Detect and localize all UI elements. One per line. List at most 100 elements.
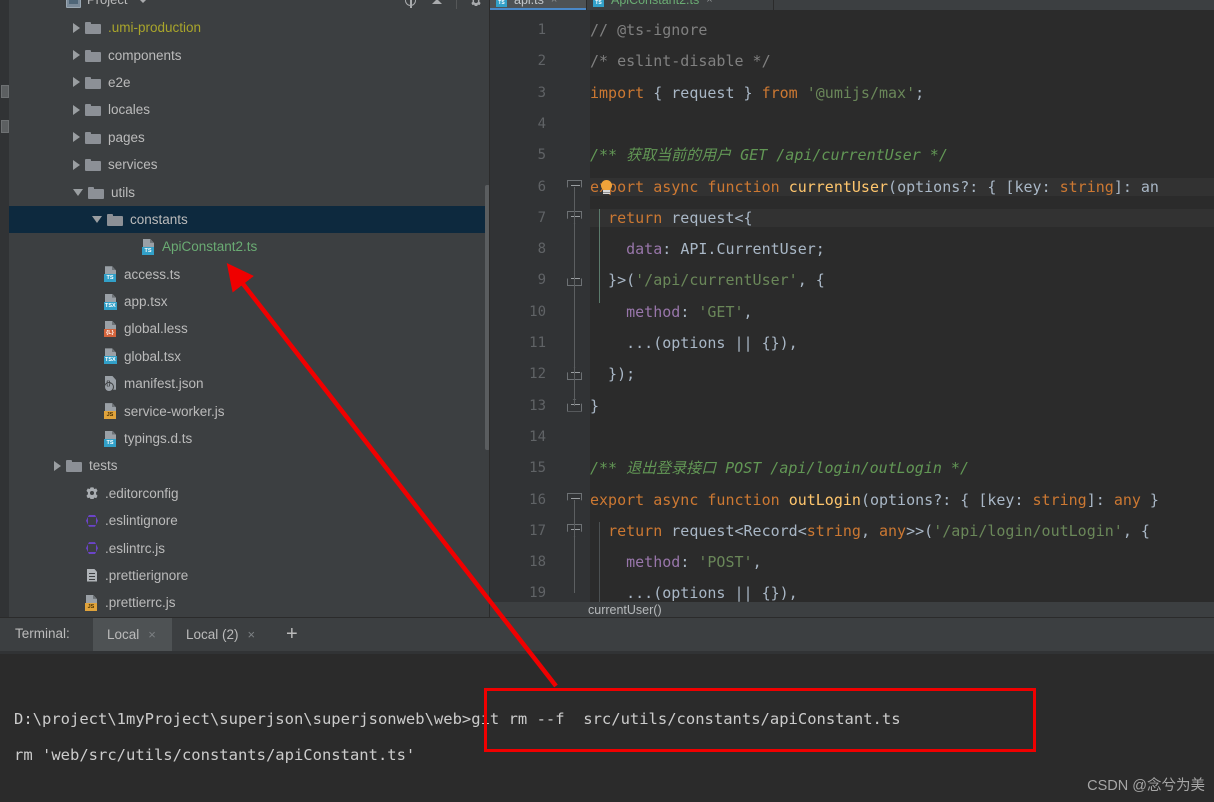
code-line[interactable]: ...(options || {}), <box>590 584 798 602</box>
tree-item[interactable]: e2e <box>9 69 490 96</box>
tool-window-button-1[interactable] <box>1 85 9 98</box>
toolbar-divider <box>456 0 457 9</box>
intention-lightbulb-icon[interactable] <box>600 179 613 196</box>
line-number: 14 <box>529 428 546 445</box>
tree-item-label: .prettierignore <box>105 568 189 583</box>
tree-item[interactable]: locales <box>9 96 490 123</box>
tree-item[interactable]: tests <box>9 452 490 479</box>
tree-item[interactable]: JS service-worker.js <box>9 397 490 424</box>
close-icon[interactable]: × <box>551 0 557 6</box>
tree-item[interactable]: .editorconfig <box>9 480 490 507</box>
gear-icon <box>85 485 99 501</box>
tree-item[interactable]: components <box>9 41 490 68</box>
tree-item[interactable]: .prettierignore <box>9 562 490 589</box>
tree-item[interactable]: {L} global.less <box>9 315 490 342</box>
code-line[interactable]: /** 获取当前的用户 GET /api/currentUser */ <box>590 146 948 164</box>
line-number: 2 <box>537 53 546 70</box>
project-panel-header: Project <box>9 0 490 14</box>
ts-file-icon: TS <box>593 0 606 7</box>
tree-item[interactable]: TSX global.tsx <box>9 343 490 370</box>
tree-item-label: e2e <box>108 74 131 90</box>
tree-item-label: services <box>108 157 158 173</box>
code-line[interactable]: // @ts-ignore <box>590 21 707 39</box>
code-line[interactable]: ...(options || {}), <box>590 334 798 352</box>
code-line[interactable]: return request<{ <box>590 208 1214 227</box>
tree-item-label: components <box>108 47 182 63</box>
tree-item-label: constants <box>130 211 188 227</box>
tree-item[interactable]: TS typings.d.ts <box>9 425 490 452</box>
close-icon[interactable]: × <box>148 627 156 642</box>
tree-item[interactable]: .umi-production <box>9 14 490 41</box>
chevron-down-icon[interactable] <box>73 188 83 196</box>
tree-item[interactable]: TS ApiConstant2.ts <box>9 233 490 260</box>
add-terminal-tab-button[interactable]: + <box>286 624 298 644</box>
line-number: 11 <box>529 335 546 351</box>
tree-item-label: .prettierrc.js <box>105 595 176 611</box>
settings-gear-icon[interactable] <box>468 0 484 10</box>
chevron-right-icon[interactable] <box>73 50 80 61</box>
tree-item[interactable]: TSX app.tsx <box>9 288 490 315</box>
chevron-down-icon[interactable] <box>92 215 102 223</box>
anchor-icon[interactable] <box>402 0 418 10</box>
tree-item[interactable]: pages <box>9 124 490 151</box>
code-line[interactable]: method: 'GET', <box>590 303 752 321</box>
editor-gutter[interactable]: 1 2 3 4 5 6 7 8 9 10 11 12 13 14 15 16 17 18 19 <box>490 10 590 602</box>
code-line[interactable]: return request<Record<string, any>>('/ap… <box>590 522 1150 540</box>
json-file-icon <box>104 375 118 392</box>
tree-item[interactable]: utils <box>9 178 490 205</box>
highlight-box-annotation <box>484 688 1036 752</box>
chevron-right-icon[interactable] <box>73 159 80 170</box>
fold-connector-line <box>574 186 575 406</box>
code-line[interactable]: method: 'POST', <box>590 553 761 571</box>
code-line[interactable]: } <box>590 397 599 415</box>
chevron-down-icon[interactable] <box>139 0 147 3</box>
code-line[interactable]: data: API.CurrentUser; <box>590 240 825 258</box>
tree-item[interactable]: .eslintignore <box>9 507 490 534</box>
breadcrumb[interactable]: currentUser() <box>588 603 662 617</box>
chevron-right-icon[interactable] <box>73 132 80 143</box>
tree-item-label: .umi-production <box>108 20 202 36</box>
tree-item[interactable]: constants <box>9 205 490 234</box>
close-icon[interactable]: × <box>248 627 256 642</box>
code-line[interactable]: }); <box>590 365 635 383</box>
editor-tab-apiconstant2-ts[interactable]: TS ApiConstant2.ts × <box>587 0 773 10</box>
collapse-all-icon[interactable] <box>429 0 445 10</box>
code-line[interactable]: /** 退出登录接口 POST /api/login/outLogin */ <box>590 459 969 477</box>
tree-item[interactable]: JS .prettierrc.js <box>9 589 490 616</box>
tree-item-label: manifest.json <box>124 376 204 392</box>
chevron-right-icon[interactable] <box>73 77 80 88</box>
code-line[interactable]: export async function currentUser(option… <box>590 177 1214 196</box>
tree-item[interactable]: services <box>9 151 490 178</box>
js-file-icon: JS <box>85 594 99 611</box>
folder-icon <box>85 49 101 62</box>
line-number: 5 <box>537 147 546 164</box>
line-number: 4 <box>537 115 546 132</box>
project-file-tree[interactable]: .umi-production components e2e locales pages… <box>9 14 490 617</box>
chevron-right-icon[interactable] <box>73 104 80 115</box>
chevron-right-icon[interactable] <box>54 460 61 471</box>
folder-icon <box>85 21 101 35</box>
folder-icon <box>85 103 101 117</box>
chevron-right-icon[interactable] <box>73 22 80 33</box>
code-line[interactable]: }>('/api/currentUser', { <box>590 271 825 289</box>
editor-code-area[interactable]: // @ts-ignore /* eslint-disable */ import … <box>590 10 1214 602</box>
code-line[interactable]: import { request } from '@umijs/max'; <box>590 84 924 102</box>
tree-item[interactable]: TS access.ts <box>9 261 490 288</box>
tree-item[interactable]: .eslintrc.js <box>9 534 490 561</box>
terminal-tab-local[interactable]: Local × <box>93 618 172 651</box>
code-line[interactable]: export async function outLogin(options?:… <box>590 491 1159 509</box>
code-line[interactable]: /* eslint-disable */ <box>590 52 771 70</box>
terminal-tab-local-2[interactable]: Local (2) × <box>172 618 272 651</box>
close-icon[interactable]: × <box>706 0 712 6</box>
ts-file-icon: TS <box>496 0 509 7</box>
tool-window-button-2[interactable] <box>1 120 9 133</box>
tree-item[interactable]: manifest.json <box>9 370 490 397</box>
